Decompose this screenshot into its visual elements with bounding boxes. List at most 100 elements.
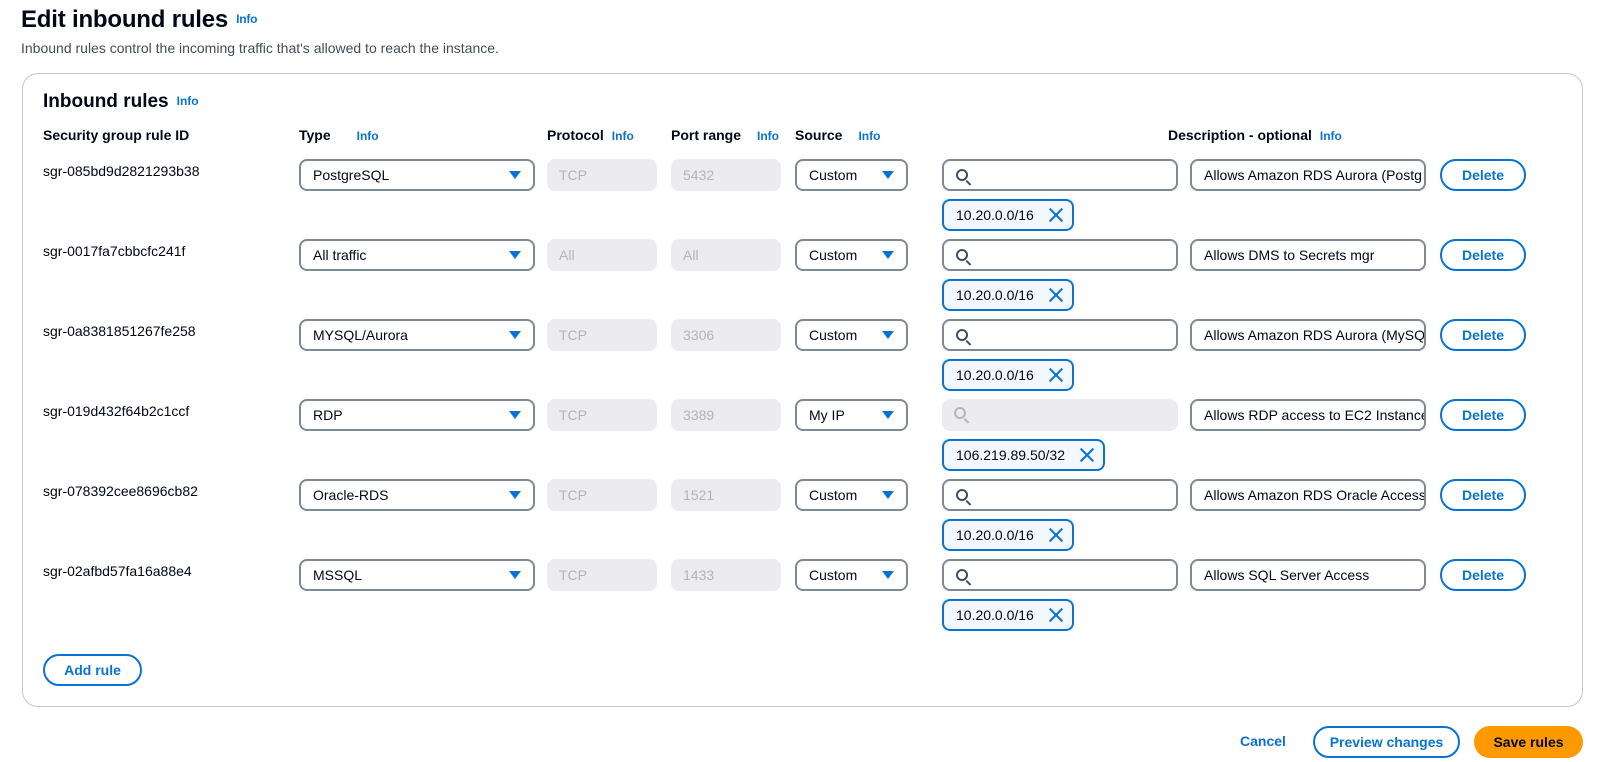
caret-down-icon bbox=[882, 411, 894, 419]
delete-button[interactable]: Delete bbox=[1440, 399, 1526, 431]
source-select[interactable]: Custom bbox=[795, 319, 908, 351]
rule-row: sgr-085bd9d2821293b38 PostgreSQL TCP 543… bbox=[23, 159, 1582, 239]
type-select[interactable]: MYSQL/Aurora bbox=[299, 319, 535, 351]
cidr-search-input[interactable] bbox=[942, 479, 1178, 511]
port-range-field: 1521 bbox=[671, 479, 781, 511]
cidr-token: 10.20.0.0/16 bbox=[942, 599, 1074, 631]
cancel-button[interactable]: Cancel bbox=[1240, 733, 1286, 749]
col-header-protocol: Protocol Info bbox=[547, 127, 634, 143]
caret-down-icon bbox=[882, 251, 894, 259]
protocol-field: All bbox=[547, 239, 657, 271]
rule-row: sgr-0017fa7cbbcfc241f All traffic All Al… bbox=[23, 239, 1582, 319]
description-input[interactable]: Allows RDP access to EC2 Instance bbox=[1190, 399, 1426, 431]
port-range-field: 1433 bbox=[671, 559, 781, 591]
rule-id: sgr-085bd9d2821293b38 bbox=[43, 163, 200, 179]
protocol-field: TCP bbox=[547, 399, 657, 431]
source-select[interactable]: Custom bbox=[795, 559, 908, 591]
cidr-token: 10.20.0.0/16 bbox=[942, 279, 1074, 311]
source-select-value: Custom bbox=[809, 327, 858, 343]
caret-down-icon bbox=[509, 571, 521, 579]
source-select-value: Custom bbox=[809, 247, 858, 263]
close-icon[interactable] bbox=[1048, 607, 1064, 623]
cidr-search-input[interactable] bbox=[942, 159, 1178, 191]
col-header-description-label: Description - optional bbox=[1168, 127, 1312, 143]
cidr-token-label: 10.20.0.0/16 bbox=[956, 287, 1034, 303]
port-range-field: All bbox=[671, 239, 781, 271]
description-input[interactable]: Allows SQL Server Access bbox=[1190, 559, 1426, 591]
type-select[interactable]: All traffic bbox=[299, 239, 535, 271]
source-select[interactable]: My IP bbox=[795, 399, 908, 431]
source-select-value: Custom bbox=[809, 567, 858, 583]
caret-down-icon bbox=[882, 331, 894, 339]
caret-down-icon bbox=[509, 331, 521, 339]
cidr-token: 10.20.0.0/16 bbox=[942, 359, 1074, 391]
description-input[interactable]: Allows DMS to Secrets mgr bbox=[1190, 239, 1426, 271]
close-icon[interactable] bbox=[1048, 207, 1064, 223]
type-select[interactable]: MSSQL bbox=[299, 559, 535, 591]
inbound-rules-panel: Inbound rules Info Security group rule ID… bbox=[22, 73, 1583, 707]
description-input[interactable]: Allows Amazon RDS Aurora (Postg bbox=[1190, 159, 1426, 191]
panel-info-link[interactable]: Info bbox=[177, 94, 199, 108]
close-icon[interactable] bbox=[1079, 447, 1095, 463]
close-icon[interactable] bbox=[1048, 287, 1064, 303]
delete-button[interactable]: Delete bbox=[1440, 479, 1526, 511]
delete-button[interactable]: Delete bbox=[1440, 239, 1526, 271]
cidr-token: 10.20.0.0/16 bbox=[942, 519, 1074, 551]
description-input[interactable]: Allows Amazon RDS Aurora (MySQ bbox=[1190, 319, 1426, 351]
preview-changes-button[interactable]: Preview changes bbox=[1313, 726, 1460, 758]
save-rules-button[interactable]: Save rules bbox=[1474, 726, 1583, 758]
source-select[interactable]: Custom bbox=[795, 159, 908, 191]
protocol-field: TCP bbox=[547, 319, 657, 351]
cidr-search-input[interactable] bbox=[942, 559, 1178, 591]
panel-title: Inbound rules Info bbox=[43, 91, 199, 113]
type-select-value: MSSQL bbox=[313, 567, 363, 583]
port-range-field: 5432 bbox=[671, 159, 781, 191]
source-select-value: Custom bbox=[809, 167, 858, 183]
delete-button[interactable]: Delete bbox=[1440, 319, 1526, 351]
type-select[interactable]: PostgreSQL bbox=[299, 159, 535, 191]
rule-id: sgr-078392cee8696cb82 bbox=[43, 483, 198, 499]
description-input[interactable]: Allows Amazon RDS Oracle Access bbox=[1190, 479, 1426, 511]
add-rule-button[interactable]: Add rule bbox=[43, 654, 142, 686]
col-header-type-label: Type bbox=[299, 127, 331, 143]
delete-button[interactable]: Delete bbox=[1440, 559, 1526, 591]
type-select-value: MYSQL/Aurora bbox=[313, 327, 408, 343]
close-icon[interactable] bbox=[1048, 527, 1064, 543]
search-icon bbox=[956, 249, 968, 261]
caret-down-icon bbox=[509, 491, 521, 499]
type-select-value: PostgreSQL bbox=[313, 167, 390, 183]
port-range-info-link[interactable]: Info bbox=[757, 129, 779, 143]
col-header-type: Type Info bbox=[299, 127, 379, 143]
rule-row: sgr-0a8381851267fe258 MYSQL/Aurora TCP 3… bbox=[23, 319, 1582, 399]
search-icon bbox=[956, 489, 968, 501]
rule-id: sgr-019d432f64b2c1ccf bbox=[43, 403, 190, 419]
description-info-link[interactable]: Info bbox=[1320, 129, 1342, 143]
rule-row: sgr-02afbd57fa16a88e4 MSSQL TCP 1433 Cus… bbox=[23, 559, 1582, 639]
cidr-search-input bbox=[942, 399, 1178, 431]
cidr-token-label: 10.20.0.0/16 bbox=[956, 527, 1034, 543]
type-select[interactable]: Oracle-RDS bbox=[299, 479, 535, 511]
source-info-link[interactable]: Info bbox=[858, 129, 880, 143]
cidr-search-input[interactable] bbox=[942, 239, 1178, 271]
rule-id: sgr-0017fa7cbbcfc241f bbox=[43, 243, 186, 259]
type-info-link[interactable]: Info bbox=[357, 129, 379, 143]
delete-button[interactable]: Delete bbox=[1440, 159, 1526, 191]
type-select[interactable]: RDP bbox=[299, 399, 535, 431]
protocol-field: TCP bbox=[547, 479, 657, 511]
col-header-source-label: Source bbox=[795, 127, 843, 143]
source-select[interactable]: Custom bbox=[795, 479, 908, 511]
source-select[interactable]: Custom bbox=[795, 239, 908, 271]
page-info-link[interactable]: Info bbox=[236, 12, 257, 26]
col-header-description: Description - optional Info bbox=[1168, 127, 1342, 143]
cidr-token-label: 10.20.0.0/16 bbox=[956, 207, 1034, 223]
cidr-search-input[interactable] bbox=[942, 319, 1178, 351]
protocol-info-link[interactable]: Info bbox=[612, 129, 634, 143]
col-header-protocol-label: Protocol bbox=[547, 127, 604, 143]
cidr-token-label: 10.20.0.0/16 bbox=[956, 367, 1034, 383]
col-header-port-range-label: Port range bbox=[671, 127, 742, 143]
caret-down-icon bbox=[882, 571, 894, 579]
search-icon bbox=[954, 407, 966, 419]
close-icon[interactable] bbox=[1048, 367, 1064, 383]
type-select-value: RDP bbox=[313, 407, 343, 423]
cidr-token-label: 106.219.89.50/32 bbox=[956, 447, 1065, 463]
